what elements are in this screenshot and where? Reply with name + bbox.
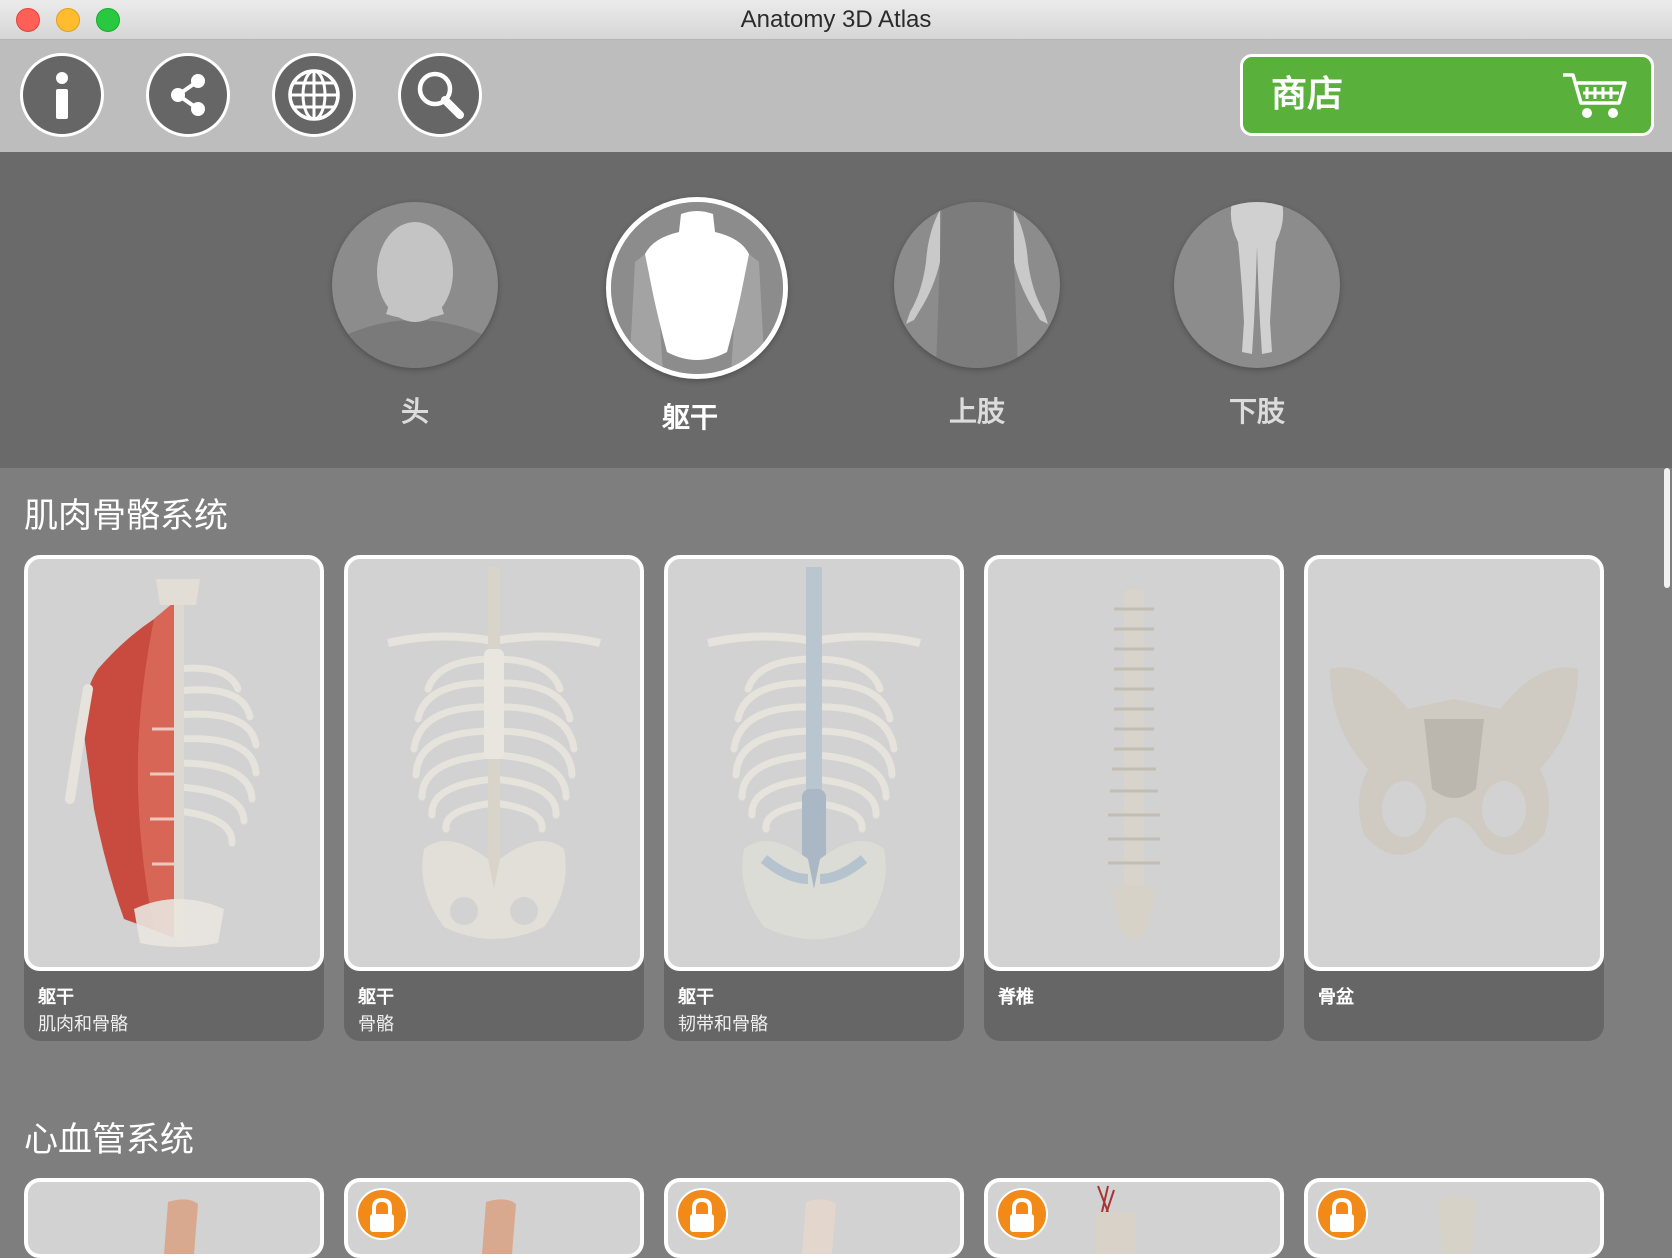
shop-button[interactable]: 商店 [1240,54,1654,136]
region-torso[interactable]: 躯干 [606,197,788,436]
shop-label: 商店 [1271,74,1344,115]
locked-badge [676,1188,728,1240]
lock-icon [690,1197,714,1232]
lock-icon [1330,1197,1354,1232]
search-icon [417,71,464,119]
card-subtitle: 韧带和骨骼 [678,1014,768,1035]
model-thumbnail [984,555,1284,971]
head-silhouette-icon [332,222,498,368]
model-card-torso-skeleton[interactable]: 躯干 骨骼 [344,555,644,1041]
window-title: Anatomy 3D Atlas [740,6,932,33]
locked-badge [996,1188,1048,1240]
card-title: 躯干 [358,987,394,1008]
model-card-cardiovascular-5[interactable] [1304,1178,1604,1258]
model-thumbnail [664,555,964,971]
window-titlebar: Anatomy 3D Atlas [0,0,1672,40]
region-label: 头 [400,395,429,428]
region-label: 躯干 [661,401,718,434]
model-card-cardiovascular-1[interactable] [24,1178,324,1258]
card-subtitle: 骨骼 [358,1014,394,1035]
model-card-cardiovascular-2[interactable] [344,1178,644,1258]
locked-badge [1316,1188,1368,1240]
arms-silhouette-icon [906,202,1048,368]
info-button[interactable] [20,53,104,137]
info-icon [56,72,68,119]
card-title: 骨盆 [1318,987,1354,1008]
region-upper-limbs[interactable]: 上肢 [893,202,1061,430]
locked-badge [356,1188,408,1240]
cart-icon [1563,73,1627,118]
section-title-cardiovascular: 心血管系统 [24,1120,194,1160]
region-label: 上肢 [948,395,1005,428]
search-button[interactable] [398,53,482,137]
body-region-selector: 头 躯干 上肢 下肢 [0,152,1672,468]
model-card-cardiovascular-4[interactable] [984,1178,1284,1258]
model-card-spine[interactable]: 脊椎 [984,555,1284,1041]
region-label: 下肢 [1228,395,1285,428]
torso-silhouette-icon [611,202,783,374]
region-lower-limbs[interactable]: 下肢 [1173,202,1341,430]
model-card-torso-muscles-bones[interactable]: 躯干 肌肉和骨骼 [24,555,324,1041]
model-thumbnail [1304,555,1604,971]
lock-icon [1010,1197,1034,1232]
share-button[interactable] [146,53,230,137]
language-button[interactable] [272,53,356,137]
section-title-musculoskeletal: 肌肉骨骼系统 [24,496,228,536]
card-title: 躯干 [38,987,74,1008]
model-thumbnail [24,555,324,971]
card-subtitle: 肌肉和骨骼 [38,1014,128,1035]
model-thumbnail [24,1178,324,1258]
lock-icon [370,1197,394,1232]
globe-icon [288,69,340,121]
card-title: 脊椎 [998,987,1034,1008]
model-thumbnail [344,555,644,971]
card-title: 躯干 [678,987,714,1008]
model-card-torso-ligaments[interactable]: 躯干 韧带和骨骼 [664,555,964,1041]
legs-silhouette-icon [1230,202,1284,354]
model-card-cardiovascular-3[interactable] [664,1178,964,1258]
toolbar: 商店 [0,40,1672,152]
region-head[interactable]: 头 [331,202,499,430]
share-icon [171,74,205,116]
scrollbar-thumb[interactable] [1664,468,1670,588]
model-card-pelvis[interactable]: 骨盆 [1304,555,1604,1041]
